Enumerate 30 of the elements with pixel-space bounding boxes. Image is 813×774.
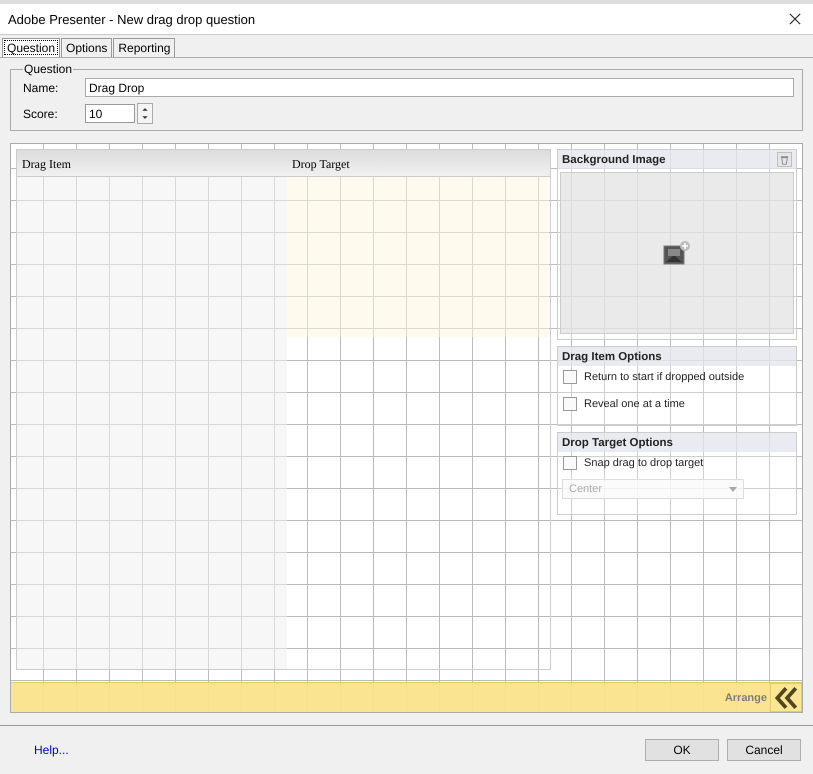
close-icon[interactable]: [789, 13, 801, 25]
checkbox[interactable]: [563, 370, 577, 384]
tab[interactable]: Reporting: [113, 38, 176, 57]
name-label: Name:: [23, 80, 60, 94]
add-image-icon[interactable]: [663, 240, 691, 266]
column-header: Drop Target: [291, 156, 351, 173]
checkbox-option[interactable]: Snap drag to drop target: [558, 452, 796, 479]
group-legend: Question: [23, 62, 74, 76]
help-link[interactable]: Help...: [34, 743, 69, 757]
panel-title: Drag Item Options: [562, 350, 662, 362]
caret-icon: [729, 486, 737, 492]
collapse-button[interactable]: [770, 683, 802, 712]
score-label: Score:: [23, 106, 59, 120]
name-field[interactable]: Drag Drop: [85, 78, 794, 97]
checkbox-option[interactable]: Return to start if dropped outside: [558, 366, 796, 393]
panel-title: Background Image: [562, 154, 666, 166]
checkbox[interactable]: [563, 456, 577, 470]
dialog-button[interactable]: Cancel: [727, 739, 801, 761]
score-field[interactable]: 10: [85, 104, 135, 123]
checkbox-option[interactable]: Reveal one at a time: [558, 393, 796, 420]
checkbox[interactable]: [563, 397, 577, 411]
score-spinner[interactable]: [137, 103, 153, 124]
arrange-label: Arrange: [724, 692, 767, 704]
panel-title: Drop Target Options: [562, 436, 673, 448]
tab[interactable]: Question: [2, 38, 60, 57]
dialog-button[interactable]: OK: [645, 739, 719, 761]
window-title: Adobe Presenter - New drag drop question: [8, 12, 256, 26]
tab[interactable]: Options: [61, 38, 112, 57]
trash-icon[interactable]: [777, 152, 792, 167]
column-header: Drag Item: [21, 156, 72, 173]
